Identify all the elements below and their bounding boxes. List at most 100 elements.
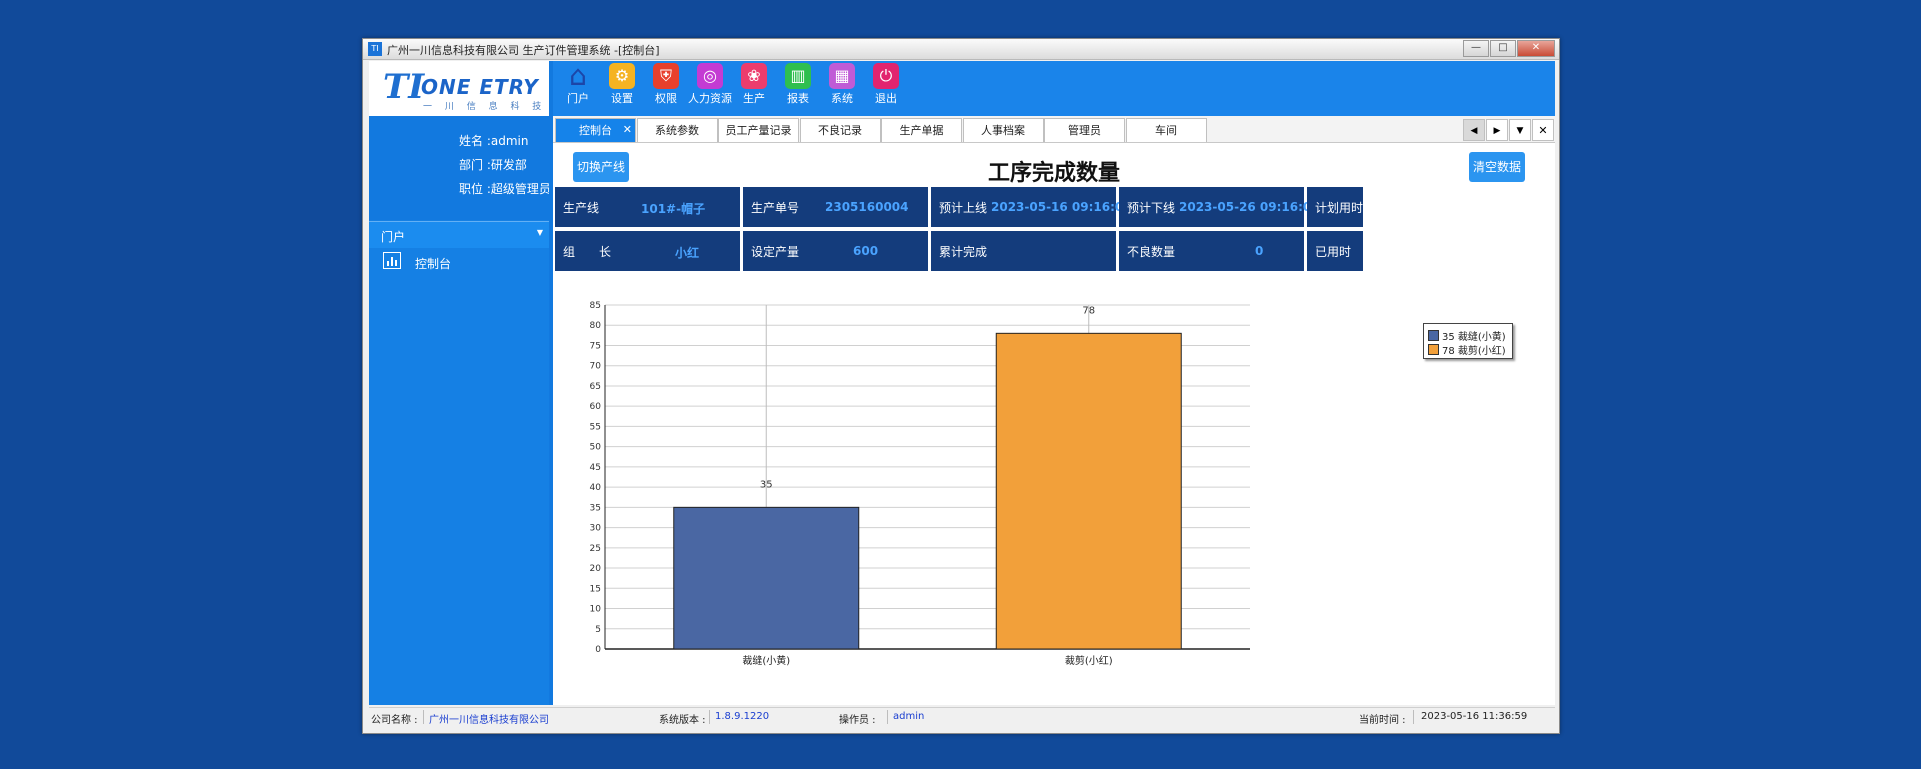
tab-label: 系统参数 xyxy=(655,124,699,137)
tab-6[interactable]: 管理员 xyxy=(1044,118,1125,142)
company-logo: TI ONE ETRY 一 川 信 息 科 技 xyxy=(369,61,549,116)
info-label: 生产单号 xyxy=(751,201,800,215)
info-value: 2023-05-26 09:16:08 xyxy=(1179,200,1320,214)
nav-section-label: 门户 xyxy=(381,230,406,244)
tab-label: 车间 xyxy=(1155,124,1177,137)
minimize-button[interactable]: — xyxy=(1463,40,1489,57)
info-cell: 已用时 xyxy=(1307,231,1363,271)
sidebar: TI ONE ETRY 一 川 信 息 科 技 姓名 :admin 部门 :研发… xyxy=(369,61,551,705)
permission-icon: ⛨ xyxy=(653,63,679,89)
user-name: 姓名 :admin xyxy=(459,134,529,148)
info-label: 组 长 xyxy=(563,245,612,259)
logo-subtitle: 一 川 信 息 科 技 xyxy=(423,102,547,112)
operator-value: admin xyxy=(893,711,925,722)
tab-0[interactable]: 控制台 ✕ xyxy=(555,118,636,142)
y-tick-label: 75 xyxy=(590,341,601,351)
caret-down-icon: ▼ xyxy=(536,228,543,237)
tab-7[interactable]: 车间 xyxy=(1125,118,1207,142)
info-cell: 生产线 101#-帽子 xyxy=(555,187,740,227)
info-label: 已用时 xyxy=(1315,245,1352,259)
y-tick-label: 85 xyxy=(590,301,601,311)
tab-1[interactable]: 系统参数 xyxy=(636,118,718,142)
sidebar-item-console[interactable]: 控制台 xyxy=(369,249,549,275)
chart-legend: 35 裁缝(小黄) 78 裁剪(小红) xyxy=(1423,323,1513,359)
close-tab-icon[interactable]: ✕ xyxy=(623,118,632,142)
tab-label: 生产单据 xyxy=(899,124,944,137)
toolbar-permission-button[interactable]: ⛨ 权限 xyxy=(643,63,689,106)
toolbar-label: 人力资源 xyxy=(688,92,732,105)
y-tick-label: 50 xyxy=(590,443,602,453)
toolbar-home-button[interactable]: ⌂ 门户 xyxy=(555,62,601,106)
tab-4[interactable]: 生产单据 xyxy=(881,118,962,142)
tab-label: 管理员 xyxy=(1068,124,1101,137)
nav-section-portal[interactable]: 门户 ▼ xyxy=(369,221,549,248)
client-area: TI ONE ETRY 一 川 信 息 科 技 姓名 :admin 部门 :研发… xyxy=(369,61,1555,705)
toolbar-report-button[interactable]: ▥ 报表 xyxy=(775,63,821,106)
info-label: 预计下线 xyxy=(1127,201,1176,215)
info-cell: 累计完成 xyxy=(931,231,1116,271)
info-label: 预计上线 xyxy=(939,201,988,215)
company-value: 广州一川信息科技有限公司 xyxy=(429,715,549,726)
legend-swatch xyxy=(1428,330,1439,341)
console-panel: 切换产线 工序完成数量 清空数据 生产线 101#-帽子 生产单号 230516000… xyxy=(553,143,1555,705)
bar-data-label: 35 xyxy=(760,479,773,490)
report-icon: ▥ xyxy=(785,63,811,89)
y-tick-label: 15 xyxy=(590,584,601,594)
tab-scroll-left-button[interactable]: ◀ xyxy=(1463,119,1485,141)
bar-chart: 0 5 10 15 20 25 30 35 40 45 50 55 60 65 70 75 80 85 35 裁缝(小… xyxy=(590,301,1250,667)
tab-strip: ◀ ▶ ▼ ✕ 控制台 ✕ 系统参数 员工产量记录 不良记录 生产单据 人事档案 管理员 车间 xyxy=(553,116,1555,143)
toolbar-system-button[interactable]: ▦ 系统 xyxy=(819,63,865,106)
clear-data-button[interactable]: 清空数据 xyxy=(1469,152,1525,182)
info-cell: 组 长 小红 xyxy=(555,231,740,271)
tab-3[interactable]: 不良记录 xyxy=(799,118,881,142)
tab-list-button[interactable]: ▼ xyxy=(1509,119,1531,141)
company-label: 公司名称 : xyxy=(371,715,418,726)
y-tick-label: 35 xyxy=(590,503,601,513)
y-tick-label: 10 xyxy=(590,605,602,615)
toolbar-production-button[interactable]: ❀ 生产 xyxy=(731,63,777,106)
toolbar-power-button[interactable]: ⏻ 退出 xyxy=(863,63,909,106)
info-cell: 预计上线 2023-05-16 09:16:08 xyxy=(931,187,1132,227)
y-tick-label: 5 xyxy=(595,625,601,635)
info-label: 设定产量 xyxy=(751,245,800,259)
y-tick-label: 40 xyxy=(590,483,602,493)
info-cell: 生产单号 2305160004 xyxy=(743,187,928,227)
settings-icon: ⚙ xyxy=(609,63,635,89)
toolbar-hr-button[interactable]: ◎ 人力资源 xyxy=(687,63,733,106)
user-dept: 部门 :研发部 xyxy=(459,158,527,172)
close-window-button[interactable]: ✕ xyxy=(1517,40,1555,57)
tab-5[interactable]: 人事档案 xyxy=(962,118,1044,142)
tab-close-all-button[interactable]: ✕ xyxy=(1532,119,1554,141)
y-tick-label: 55 xyxy=(590,422,601,432)
bar-1 xyxy=(995,332,1182,650)
tab-scroll-right-button[interactable]: ▶ xyxy=(1486,119,1508,141)
version-value: 1.8.9.1220 xyxy=(715,711,770,722)
bar-0 xyxy=(673,506,860,650)
info-value: 2305160004 xyxy=(825,200,909,214)
system-icon: ▦ xyxy=(829,63,855,89)
info-label: 生产线 xyxy=(563,201,600,215)
info-cell: 计划用时 xyxy=(1307,187,1363,227)
tab-2[interactable]: 员工产量记录 xyxy=(718,118,799,142)
legend-item: 78 裁剪(小红) xyxy=(1428,342,1506,357)
page-title: 工序完成数量 xyxy=(987,161,1120,186)
maximize-button[interactable]: □ xyxy=(1490,40,1516,57)
production-icon: ❀ xyxy=(741,63,767,89)
toolbar-settings-button[interactable]: ⚙ 设置 xyxy=(599,63,645,106)
main-toolbar: ⌂ 门户 ⚙ 设置 ⛨ 权限 ◎ 人力资源 ❀ 生产 ▥ 报表 ▦ 系统 ⏻ 退出 xyxy=(553,61,1555,116)
time-label: 当前时间 : xyxy=(1359,715,1406,726)
operator-label: 操作员 : xyxy=(839,715,876,726)
toolbar-label: 权限 xyxy=(655,92,677,105)
bar-data-label: 78 xyxy=(1082,305,1095,316)
version-label: 系统版本 : xyxy=(659,715,706,726)
user-info: 姓名 :admin 部门 :研发部 职位 :超级管理员 xyxy=(369,116,551,220)
chart-icon xyxy=(383,252,401,269)
y-tick-label: 70 xyxy=(590,362,602,372)
title-bar: TI 广州一川信息科技有限公司 生产订件管理系统 -[控制台] — □ ✕ xyxy=(363,39,1559,60)
tab-label: 人事档案 xyxy=(981,124,1025,137)
info-label: 计划用时 xyxy=(1315,201,1364,215)
sidebar-item-label: 控制台 xyxy=(415,257,452,271)
y-tick-label: 25 xyxy=(590,544,601,554)
process-chart: 0 5 10 15 20 25 30 35 40 45 50 55 60 65 70 75 80 85 35 裁缝(小… xyxy=(553,273,1555,703)
tab-label: 不良记录 xyxy=(818,124,862,137)
